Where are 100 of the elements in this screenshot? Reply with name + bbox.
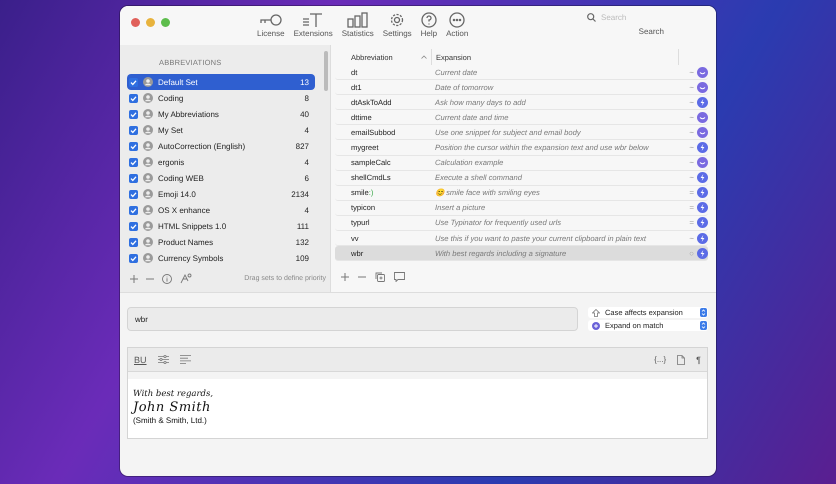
mode-symbol: ~ [689,143,694,152]
checkbox[interactable] [129,110,138,118]
set-name: OS X enhance [158,206,212,214]
item-count: 13 [300,78,309,86]
sidebar-item[interactable]: OS X enhance 4 [127,202,315,218]
avatar-icon [143,253,153,263]
mode-symbol: ~ [689,128,694,137]
avatar-icon [143,125,153,135]
plus-circle-icon [592,322,600,330]
set-name: ergonis [158,158,186,166]
set-name: My Abbreviations [158,110,220,118]
sidebar-item[interactable]: My Set 4 [127,122,315,138]
toolbar-button[interactable]: Extensions [292,11,334,41]
mode-symbol: = [689,188,694,198]
item-count: 40 [300,110,309,118]
toolbar-button[interactable]: License [256,11,286,41]
checkbox[interactable] [129,254,138,262]
add-icon[interactable] [341,273,349,281]
checkbox[interactable] [129,222,138,230]
item-count: 827 [296,142,309,150]
checkbox[interactable] [129,78,138,86]
toolbar-button[interactable]: Action [445,11,470,41]
sidebar-item[interactable]: Default Set 13 [127,74,315,90]
set-name: Coding WEB [158,174,205,182]
checkbox[interactable] [129,94,138,102]
avatar-icon [143,157,153,167]
set-name: HTML Snippets 1.0 [158,222,228,230]
item-count: 132 [296,238,309,246]
people-icon[interactable] [180,273,192,284]
sidebar-item[interactable]: HTML Snippets 1.0 111 [127,218,315,234]
avatar-icon [143,109,153,119]
avatar-icon [143,141,153,151]
mode-symbol: ~ [689,68,694,77]
info-icon[interactable] [162,274,172,284]
toolbar-button[interactable]: Help [420,11,438,41]
set-name: Currency Symbols [158,254,224,262]
item-count: 4 [304,206,309,214]
sidebar-item[interactable]: Coding WEB 6 [127,170,315,186]
search-field[interactable]: Search [601,13,681,22]
align-left-icon[interactable] [180,355,191,364]
checkbox[interactable] [129,158,138,166]
avatar-icon [143,237,153,247]
zoom-button[interactable] [161,18,170,27]
sidebar-item[interactable]: Currency Symbols 109 [127,250,315,266]
sidebar-item[interactable]: Emoji 14.0 2134 [127,186,315,202]
variable-button[interactable]: {...} [654,355,666,364]
checkbox[interactable] [129,126,138,134]
search-label: Search [638,27,664,36]
item-count: 111 [296,222,309,230]
checkbox[interactable] [129,142,138,150]
search-icon [587,13,596,22]
mode-symbol: ~ [689,173,694,182]
sort-icon [421,55,427,59]
mode-symbol: = [689,218,694,228]
avatar-icon [143,173,153,183]
toolbar-button[interactable]: Statistics [340,11,375,41]
set-name: AutoCorrection (English) [158,142,246,150]
shift-icon [592,308,600,316]
avatar-icon [143,77,153,87]
mode-symbol: ~ [689,82,694,92]
format-button[interactable]: BU [134,354,147,364]
sidebar-item[interactable]: Product Names 132 [127,234,315,250]
add-icon[interactable] [130,274,138,282]
stepper-icon [700,321,707,330]
item-count: 4 [304,126,309,134]
set-name: Product Names [158,238,214,246]
set-name: Emoji 14.0 [158,190,197,198]
signature-text: John Smith [133,400,702,415]
sidebar-item[interactable]: AutoCorrection (English) 827 [127,138,315,154]
close-button[interactable] [131,18,140,27]
sliders-icon[interactable] [158,355,169,364]
duplicate-icon[interactable] [375,272,385,282]
document-icon[interactable] [677,354,686,364]
sidebar-item[interactable]: ergonis 4 [127,154,315,170]
paragraph-button[interactable]: ¶ [696,354,701,364]
content-line: (Smith & Smith, Ltd.) [133,416,208,425]
avatar-icon [143,221,153,231]
sidebar-item[interactable]: My Abbreviations 40 [127,106,315,122]
comment-icon[interactable] [394,272,405,282]
settings-icon [389,11,406,28]
avatar-icon [143,189,153,199]
text-format-icon [302,11,324,28]
item-count: 8 [304,94,309,102]
checkbox[interactable] [129,190,138,198]
avatar-icon [143,93,153,103]
item-count: 2134 [291,190,309,198]
checkbox[interactable] [129,174,138,182]
toolbar-button[interactable]: Settings [382,11,413,41]
item-count: 109 [296,254,309,262]
avatar-icon [143,205,153,215]
stepper-icon [700,308,707,317]
sidebar-item[interactable]: Coding 8 [127,90,315,106]
mode-symbol: = [689,203,694,212]
checkbox[interactable] [129,206,138,214]
set-name: Default Set [158,78,199,86]
set-name: My Set [158,126,184,134]
abbreviation-field[interactable]: wbr [127,307,578,331]
mode-symbol: ○ [689,248,694,258]
checkbox[interactable] [129,238,138,246]
mode-symbol: ~ [689,234,694,243]
